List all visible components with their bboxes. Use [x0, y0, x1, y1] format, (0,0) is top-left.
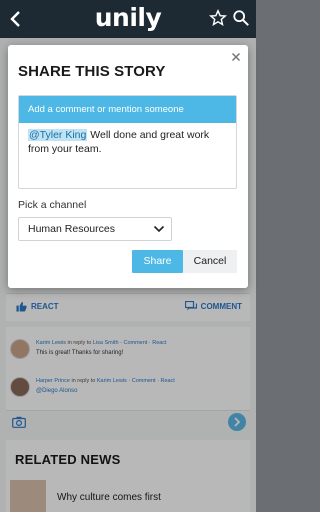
- search-icon[interactable]: [232, 9, 250, 27]
- channel-label: Pick a channel: [18, 199, 87, 211]
- dialog-title: SHARE THIS STORY: [18, 63, 166, 80]
- chevron-down-icon: [153, 225, 165, 233]
- share-button[interactable]: Share: [132, 250, 183, 273]
- app-bar: unily: [0, 0, 256, 38]
- share-dialog: SHARE THIS STORY Add a comment or mentio…: [8, 45, 248, 288]
- composer-text[interactable]: @Tyler King Well done and great work fro…: [28, 128, 233, 156]
- mention-tag[interactable]: @Tyler King: [28, 129, 88, 141]
- channel-select[interactable]: Human Resources: [18, 217, 172, 241]
- channel-value: Human Resources: [28, 223, 115, 235]
- composer-placeholder[interactable]: Add a comment or mention someone: [19, 96, 236, 123]
- star-icon[interactable]: [209, 9, 227, 27]
- cancel-button[interactable]: Cancel: [183, 250, 237, 273]
- close-icon[interactable]: [230, 51, 242, 63]
- comment-composer[interactable]: Add a comment or mention someone @Tyler …: [18, 95, 237, 189]
